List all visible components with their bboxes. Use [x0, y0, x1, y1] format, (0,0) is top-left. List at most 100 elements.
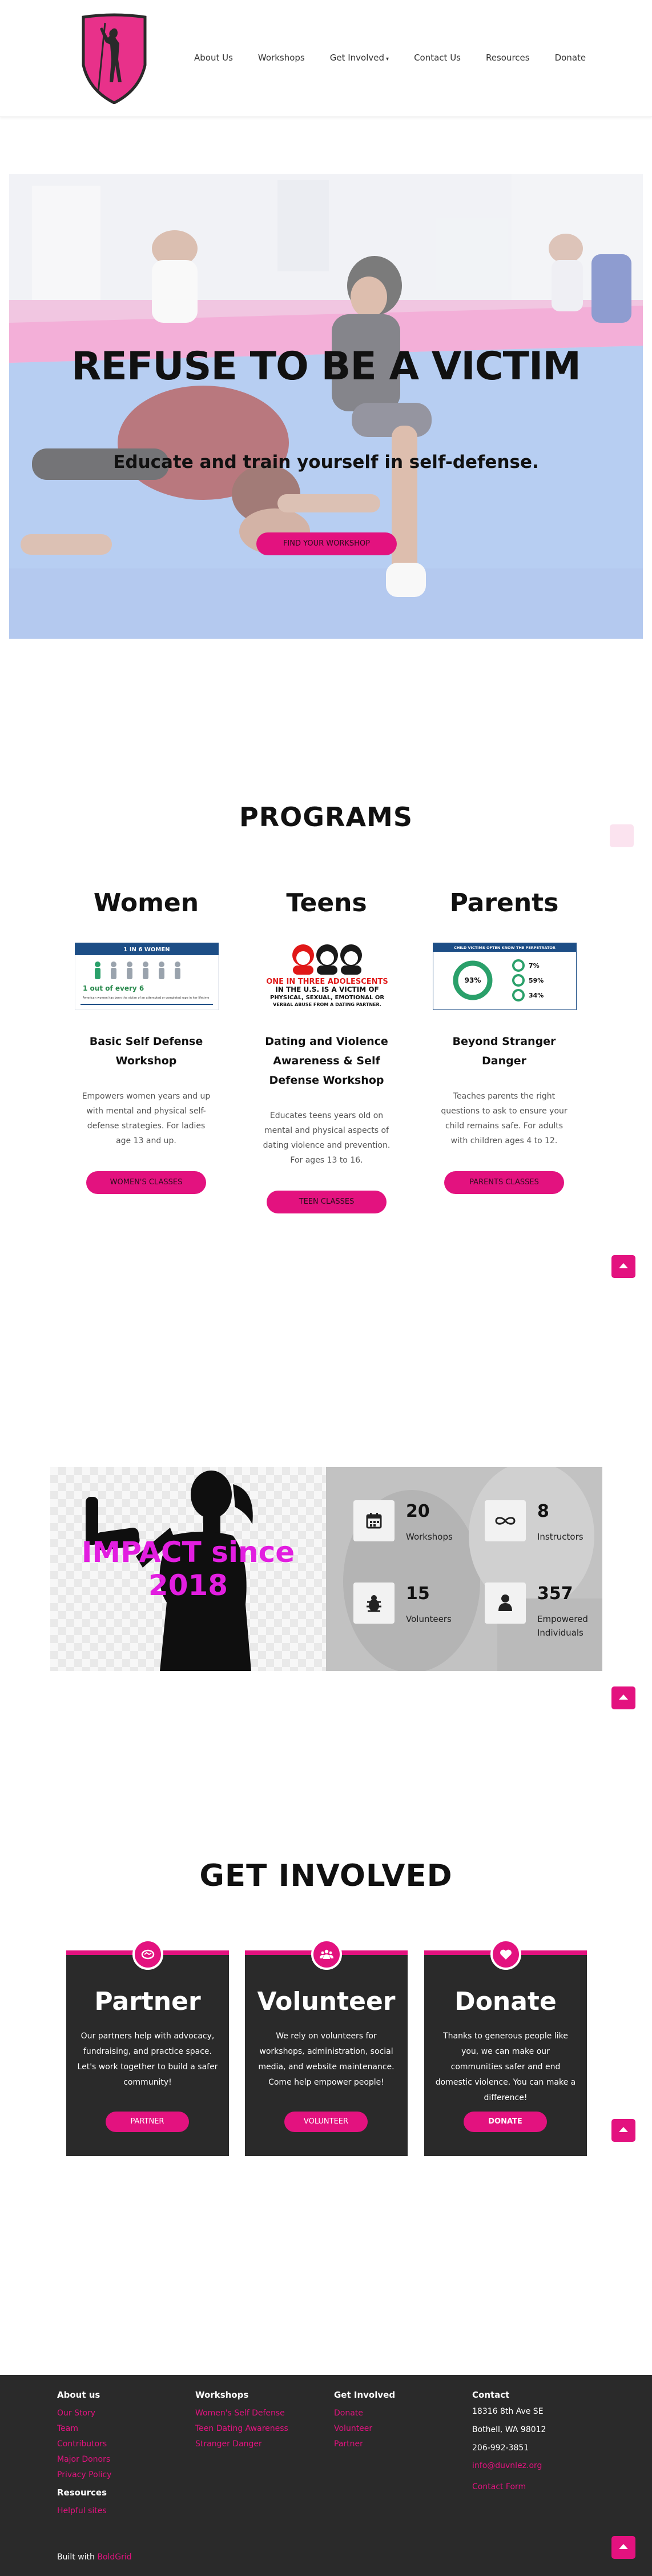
handshake-icon [132, 1939, 163, 1970]
bug-icon [353, 1583, 395, 1624]
get-involved-title: GET INVOLVED [199, 1858, 453, 1893]
footer-heading: About us [57, 2390, 100, 2400]
donate-button[interactable]: DONATE [464, 2112, 547, 2132]
impact-stats-panel: 20 Workshops 8 Instructors 15 Volunteers… [326, 1467, 602, 1671]
women-image-caption: American women has been the victim of an… [83, 996, 209, 1000]
impact-background-photo [326, 1467, 602, 1671]
footer-link-womens-self-defense[interactable]: Women's Self Defense [195, 2406, 288, 2421]
program-name: Beyond Stranger Danger [452, 1035, 556, 1067]
footer-heading: Workshops [195, 2390, 249, 2400]
stat-value: 20 [406, 1501, 430, 1521]
scroll-top-button[interactable] [611, 1686, 635, 1709]
footer-heading: Contact [472, 2390, 510, 2400]
footer-get-involved-column: Get Involved Donate Volunteer Partner [334, 2390, 395, 2452]
program-women: Women 1 IN 6 WOMEN 1 out of every 6 Amer… [74, 888, 219, 1194]
footer-link-team[interactable]: Team [57, 2421, 111, 2437]
footer-workshops-column: Workshops Women's Self Defense Teen Dati… [195, 2390, 288, 2452]
program-parents: Parents CHILD VICTIMS OFTEN KNOW THE PER… [432, 888, 577, 1194]
nav-label: Donate [554, 53, 586, 63]
site-logo[interactable] [80, 13, 148, 104]
womens-classes-button[interactable]: WOMEN'S CLASSES [86, 1171, 206, 1194]
footer-link-major-donors[interactable]: Major Donors [57, 2452, 111, 2467]
program-heading: Parents [449, 888, 559, 918]
nav-resources[interactable]: Resources [473, 53, 542, 63]
nav-label: Workshops [257, 53, 305, 63]
donate-card: Donate Thanks to generous people like yo… [424, 1939, 587, 2156]
women-infographic: 1 IN 6 WOMEN 1 out of every 6 American w… [74, 942, 219, 1011]
parents-infographic: CHILD VICTIMS OFTEN KNOW THE PERPETRATOR… [432, 942, 577, 1011]
people-icon [311, 1939, 342, 1970]
teen-classes-button[interactable]: TEEN CLASSES [267, 1191, 387, 1213]
footer-heading: Get Involved [334, 2390, 396, 2400]
program-heading: Women [93, 888, 199, 918]
scroll-top-button[interactable] [611, 1255, 635, 1278]
footer-contact-column: Contact 18316 8th Ave SE Bothell, WA 980… [472, 2390, 546, 2495]
built-with-label: Built with [57, 2553, 95, 2562]
teens-image-line1: ONE IN THREE ADOLESCENTS [266, 977, 388, 986]
teens-image-line2: IN THE U.S. IS A VICTIM OF [275, 985, 379, 993]
find-workshop-button[interactable]: FIND YOUR WORKSHOP [256, 532, 397, 555]
calendar-icon [353, 1500, 395, 1541]
card-heading: Partner [94, 1987, 201, 2016]
impact-title: IMPACT since 2018 [81, 1536, 295, 1602]
stat-label: Volunteers [406, 1614, 452, 1624]
footer-link-privacy-policy[interactable]: Privacy Policy [57, 2467, 111, 2483]
hero-section: REFUSE TO BE A VICTIM Educate and train … [9, 174, 643, 639]
stat-value: 8 [537, 1501, 549, 1521]
footer-link-stranger-danger[interactable]: Stranger Danger [195, 2437, 288, 2452]
scroll-top-button[interactable] [611, 2119, 635, 2142]
nav-donate[interactable]: Donate [542, 53, 599, 63]
nav-label: About Us [194, 53, 233, 63]
program-name: Basic Self Defense Workshop [89, 1035, 203, 1067]
footer-link-contributors[interactable]: Contributors [57, 2437, 111, 2452]
footer-link-partner[interactable]: Partner [334, 2437, 395, 2452]
parents-image-center: 93% [465, 976, 481, 984]
footer-link-helpful-sites[interactable]: Helpful sites [57, 2503, 111, 2519]
footer-link-teen-dating[interactable]: Teen Dating Awareness [195, 2421, 288, 2437]
footer-contact-form-link[interactable]: Contact Form [472, 2479, 546, 2495]
parents-stat-1: 7% [529, 962, 540, 969]
nav-label: Get Involved [329, 53, 385, 63]
parents-stat-3: 34% [529, 992, 544, 999]
impact-section: IMPACT since 2018 20 Workshops 8 Instruc… [50, 1467, 602, 1671]
footer-link-volunteer[interactable]: Volunteer [334, 2421, 395, 2437]
footer-link-donate[interactable]: Donate [334, 2406, 395, 2421]
program-description: Teaches parents the right questions to a… [441, 1092, 568, 1145]
nav-contact-us[interactable]: Contact Us [401, 53, 473, 63]
nav-about-us[interactable]: About Us [182, 53, 245, 63]
heart-icon [490, 1939, 521, 1970]
volunteer-button[interactable]: VOLUNTEER [284, 2112, 368, 2132]
parents-stat-2: 59% [529, 977, 544, 984]
parents-classes-button[interactable]: PARENTS CLASSES [444, 1171, 564, 1194]
volunteer-card: Volunteer We rely on volunteers for work… [245, 1939, 408, 2156]
stat-label: Empowered Individuals [537, 1614, 588, 1638]
footer-heading: Resources [57, 2487, 107, 2498]
program-description: Empowers women years and up with mental … [82, 1092, 211, 1145]
site-footer: About us Our Story Team Contributors Maj… [0, 2375, 652, 2576]
hero-subtitle: Educate and train yourself in self-defen… [113, 452, 539, 472]
nav-get-involved[interactable]: Get Involved ▾ [317, 53, 401, 63]
footer-about-column: About us Our Story Team Contributors Maj… [57, 2390, 111, 2519]
footer-link-our-story[interactable]: Our Story [57, 2406, 111, 2421]
parents-image-banner: CHILD VICTIMS OFTEN KNOW THE PERPETRATOR [454, 946, 556, 950]
stat-label: Instructors [537, 1532, 583, 1542]
infinity-icon [485, 1500, 526, 1541]
person-icon [485, 1583, 526, 1624]
scroll-top-button[interactable] [611, 2536, 635, 2559]
teen-figures [292, 944, 362, 975]
teens-image-line4: VERBAL ABUSE FROM A DATING PARTNER. [273, 1002, 381, 1007]
partner-button[interactable]: PARTNER [106, 2112, 189, 2132]
teens-infographic: ONE IN THREE ADOLESCENTS IN THE U.S. IS … [255, 943, 399, 1010]
card-heading: Donate [454, 1987, 557, 2016]
main-nav: About Us Workshops Get Involved ▾ Contact… [182, 53, 598, 63]
footer-address-line2: Bothell, WA 98012 [472, 2425, 546, 2434]
footer-address-line1: 18316 8th Ave SE [472, 2407, 544, 2416]
partner-card: Partner Our partners help with advocacy,… [66, 1939, 229, 2156]
nav-workshops[interactable]: Workshops [245, 53, 317, 63]
footer-email-link[interactable]: info@duvnlez.org [472, 2458, 546, 2474]
hero-title: REFUSE TO BE A VICTIM [71, 344, 581, 389]
stat-label: Workshops [406, 1532, 453, 1542]
boldgrid-link[interactable]: BoldGrid [97, 2553, 131, 2562]
card-description: We rely on volunteers for workshops, adm… [258, 2032, 395, 2087]
footer-phone: 206-992-3851 [472, 2443, 529, 2453]
